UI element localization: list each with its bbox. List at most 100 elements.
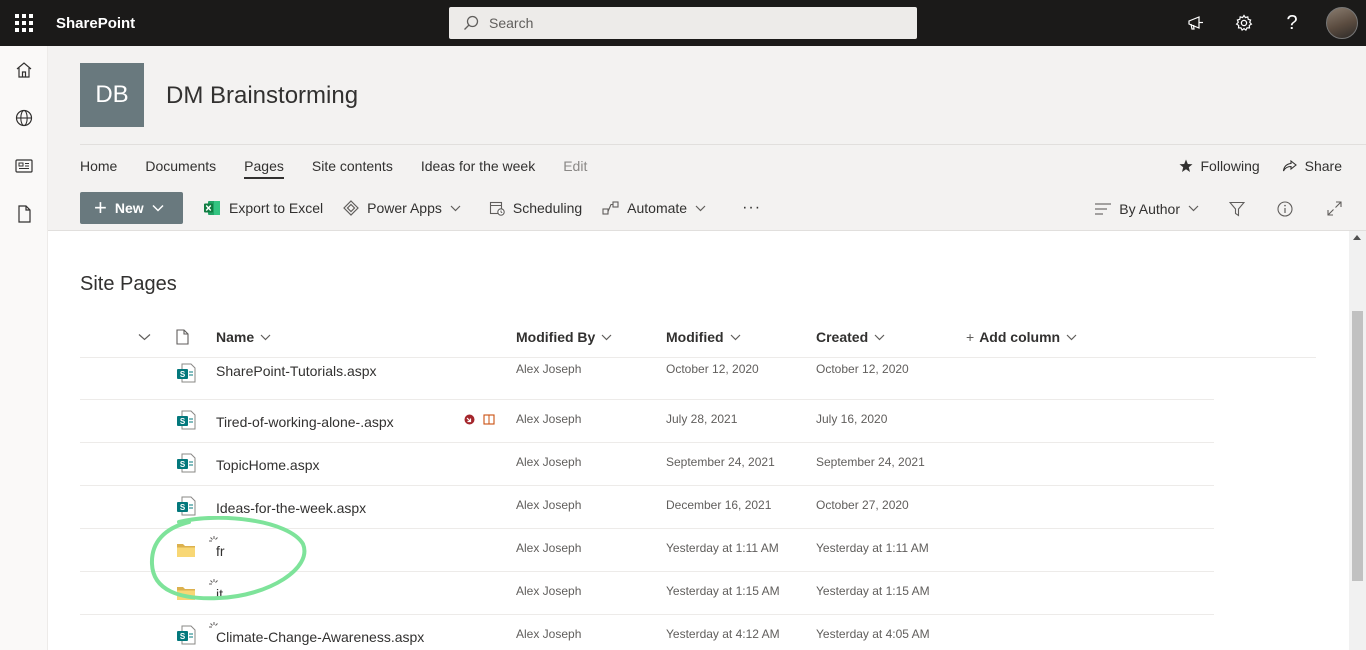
modified-by-cell[interactable]: Alex Joseph <box>516 627 581 641</box>
modified-by-cell[interactable]: Alex Joseph <box>516 362 581 376</box>
column-header-name[interactable]: Name <box>216 319 271 355</box>
top-navigation: Home Documents Pages Site contents Ideas… <box>80 144 1366 186</box>
file-type-header-icon[interactable] <box>176 319 189 355</box>
table-row[interactable]: S SharePoint-Tutorials.aspx Alex Joseph … <box>80 357 1214 400</box>
item-name-link[interactable]: fr <box>216 543 225 559</box>
chevron-down-icon <box>1188 205 1199 212</box>
info-icon[interactable] <box>1277 200 1293 217</box>
share-label: Share <box>1304 158 1342 174</box>
new-label: New <box>114 200 144 216</box>
scroll-up-arrow-icon[interactable] <box>1353 235 1361 240</box>
nav-documents[interactable]: Documents <box>145 145 216 187</box>
modified-cell: Yesterday at 1:15 AM <box>666 584 780 598</box>
settings-gear-icon[interactable] <box>1220 0 1268 46</box>
scheduling-label: Scheduling <box>512 200 583 216</box>
column-header-modified[interactable]: Modified <box>666 319 741 355</box>
user-avatar[interactable] <box>1326 7 1358 39</box>
modified-cell: July 28, 2021 <box>666 412 738 426</box>
created-cell: Yesterday at 1:15 AM <box>816 584 930 598</box>
left-rail <box>0 46 48 650</box>
item-name-link[interactable]: Climate-Change-Awareness.aspx <box>216 629 424 645</box>
home-icon[interactable] <box>0 46 48 94</box>
table-row[interactable]: S Climate-Change-Awareness.aspx Alex Jos… <box>80 615 1214 650</box>
modified-by-cell[interactable]: Alex Joseph <box>516 584 581 598</box>
site-title[interactable]: DM Brainstorming <box>166 82 358 110</box>
svg-text:S: S <box>180 370 186 379</box>
scheduling-button[interactable]: Scheduling <box>489 200 582 216</box>
automate-button[interactable]: Automate <box>602 200 714 216</box>
app-launcher-icon[interactable] <box>0 0 48 46</box>
megaphone-icon[interactable] <box>1172 0 1220 46</box>
select-all-chevron-icon[interactable] <box>138 319 151 355</box>
modified-by-cell[interactable]: Alex Joseph <box>516 412 581 426</box>
svg-text:S: S <box>180 503 186 512</box>
created-cell: Yesterday at 4:05 AM <box>816 627 930 641</box>
folder-icon <box>176 542 196 561</box>
item-name-link[interactable]: SharePoint-Tutorials.aspx <box>216 363 377 379</box>
nav-site-contents[interactable]: Site contents <box>312 145 393 187</box>
command-bar: + New Export to Excel Power Apps Schedul… <box>48 186 1366 231</box>
column-header-modified-by[interactable]: Modified By <box>516 319 612 355</box>
site-header: DB DM Brainstorming Home Documents Pages… <box>48 46 1366 186</box>
sharepoint-page-icon: S <box>176 625 196 648</box>
svg-text:S: S <box>180 632 186 641</box>
modified-cell: Yesterday at 1:11 AM <box>666 541 779 555</box>
item-name-link[interactable]: Ideas-for-the-week.aspx <box>216 500 366 516</box>
export-to-excel-button[interactable]: Export to Excel <box>203 199 323 217</box>
modified-by-cell[interactable]: Alex Joseph <box>516 498 581 512</box>
scrollbar-thumb[interactable] <box>1352 311 1363 581</box>
more-commands-button[interactable]: ··· <box>742 199 761 217</box>
power-apps-icon <box>343 200 360 216</box>
search-box[interactable]: Search <box>449 7 917 39</box>
share-button[interactable]: Share <box>1282 158 1342 174</box>
checked-out-icon <box>464 414 475 425</box>
svg-text:S: S <box>180 460 186 469</box>
help-icon[interactable]: ? <box>1268 0 1316 46</box>
modified-cell: October 12, 2020 <box>666 362 759 376</box>
calendar-icon <box>489 201 505 216</box>
svg-text:S: S <box>180 417 186 426</box>
document-icon[interactable] <box>0 190 48 238</box>
news-icon[interactable] <box>0 142 48 190</box>
column-header-created[interactable]: Created <box>816 319 885 355</box>
power-apps-label: Power Apps <box>367 200 442 216</box>
power-apps-button[interactable]: Power Apps <box>343 200 469 216</box>
site-logo[interactable]: DB <box>80 63 144 127</box>
modified-by-cell[interactable]: Alex Joseph <box>516 541 581 555</box>
chevron-down-icon <box>695 205 706 211</box>
following-button[interactable]: Following <box>1179 158 1260 174</box>
add-column-label: Add column <box>979 329 1061 345</box>
table-row[interactable]: S Ideas-for-the-week.aspx Alex Joseph De… <box>80 486 1214 529</box>
table-row[interactable]: S Tired-of-working-alone-.aspx Alex Jose… <box>80 400 1214 443</box>
chevron-down-icon <box>1066 334 1077 340</box>
nav-ideas-for-the-week[interactable]: Ideas for the week <box>421 145 535 187</box>
modified-cell: September 24, 2021 <box>666 455 775 469</box>
vertical-scrollbar[interactable] <box>1349 231 1366 650</box>
nav-pages[interactable]: Pages <box>244 145 284 187</box>
item-name-link[interactable]: it <box>216 586 223 602</box>
item-name-link[interactable]: TopicHome.aspx <box>216 457 320 473</box>
view-switcher[interactable]: By Author <box>1095 201 1199 217</box>
app-name[interactable]: SharePoint <box>56 15 135 32</box>
nav-home[interactable]: Home <box>80 145 117 187</box>
nav-edit-link[interactable]: Edit <box>563 145 587 187</box>
created-cell: October 27, 2020 <box>816 498 909 512</box>
list-rows: S SharePoint-Tutorials.aspx Alex Joseph … <box>80 357 1214 650</box>
table-row[interactable]: it Alex Joseph Yesterday at 1:15 AM Yest… <box>80 572 1214 615</box>
table-row[interactable]: fr Alex Joseph Yesterday at 1:11 AM Yest… <box>80 529 1214 572</box>
new-button[interactable]: + New <box>80 192 183 224</box>
expand-icon[interactable] <box>1327 201 1342 216</box>
table-row[interactable]: S TopicHome.aspx Alex Joseph September 2… <box>80 443 1214 486</box>
sharepoint-page-icon: S <box>176 496 196 519</box>
chevron-down-icon <box>152 204 164 212</box>
chevron-down-icon <box>450 205 461 211</box>
view-lines-icon <box>1095 202 1112 215</box>
add-column-button[interactable]: + Add column <box>966 319 1077 355</box>
filter-icon[interactable] <box>1229 201 1245 217</box>
suite-bar: SharePoint Search ? <box>0 0 1366 46</box>
sharepoint-page-icon: S <box>176 410 196 433</box>
draft-book-icon <box>483 414 495 425</box>
item-name-link[interactable]: Tired-of-working-alone-.aspx <box>216 414 394 430</box>
modified-by-cell[interactable]: Alex Joseph <box>516 455 581 469</box>
globe-icon[interactable] <box>0 94 48 142</box>
